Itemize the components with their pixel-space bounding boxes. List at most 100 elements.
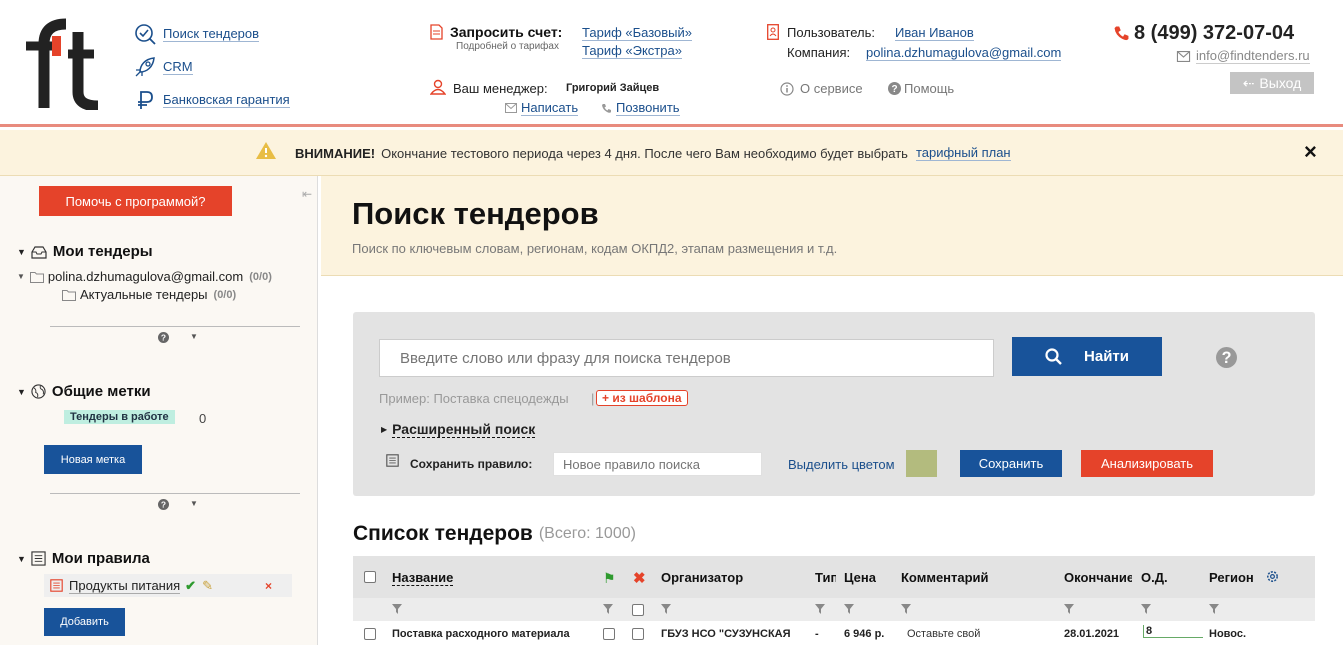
actual-tenders-label[interactable]: Актуальные тендеры <box>80 287 208 302</box>
filter-icon[interactable] <box>901 604 911 614</box>
advanced-search-toggle[interactable]: ▶ Расширенный поиск <box>381 421 536 438</box>
help-link-label[interactable]: Помощь <box>904 81 954 96</box>
write-link-label[interactable]: Написать <box>521 100 579 116</box>
filter-icon[interactable] <box>603 604 613 614</box>
nav-search-tenders[interactable]: Поиск тендеров <box>134 23 260 45</box>
pencil-icon[interactable]: ✎ <box>202 578 213 594</box>
manager-name: Григорий Зайцев <box>566 82 660 94</box>
row-reject-checkbox[interactable] <box>632 628 644 640</box>
template-link[interactable]: + из шаблона <box>596 390 688 406</box>
filter-icon[interactable] <box>661 604 671 614</box>
row-comment[interactable]: Оставьте свой <box>907 628 980 640</box>
question-icon[interactable]: ? <box>158 332 169 343</box>
nav-crm[interactable]: CRM <box>134 56 193 78</box>
tag-in-work[interactable]: Тендеры в работе <box>64 410 175 424</box>
rule-item[interactable]: Продукты питания ✔ ✎ × <box>44 574 292 597</box>
page-subtitle: Поиск по ключевым словам, регионам, кода… <box>352 241 838 256</box>
call-link[interactable]: Позвонить <box>601 100 680 116</box>
flag-icon[interactable]: ⚑ <box>603 570 616 587</box>
collapse-sidebar-icon[interactable]: ⇤ <box>302 187 312 201</box>
search-help-icon[interactable]: ? <box>1216 347 1237 368</box>
logout-button[interactable]: ⇠ Выход <box>1230 72 1314 94</box>
find-button[interactable]: Найти <box>1012 337 1162 376</box>
filter-icon[interactable] <box>392 604 402 614</box>
filter-icon[interactable] <box>815 604 825 614</box>
col-comment[interactable]: Комментарий <box>901 570 989 585</box>
row-favorite-checkbox[interactable] <box>603 628 615 640</box>
globe-icon <box>31 384 46 399</box>
delete-icon[interactable]: × <box>265 579 272 593</box>
rules-header[interactable]: ▼ Мои правила <box>17 550 150 567</box>
about-link[interactable]: О сервисе <box>780 81 863 96</box>
page-title: Поиск тендеров <box>352 196 599 231</box>
user-name-link[interactable]: Иван Иванов <box>895 25 974 41</box>
nav-search-tenders-label[interactable]: Поиск тендеров <box>163 26 260 42</box>
info-icon <box>780 81 794 96</box>
analyze-button[interactable]: Анализировать <box>1081 450 1213 477</box>
email-text[interactable]: info@findtenders.ru <box>1196 48 1310 64</box>
add-rule-button[interactable]: Добавить <box>44 608 125 636</box>
phone-number[interactable]: 8 (499) 372-07-04 <box>1113 22 1294 45</box>
tariff-basic-link[interactable]: Тариф «Базовый» <box>582 25 693 41</box>
account-folder-label[interactable]: polina.dzhumagulova@gmail.com <box>48 269 243 284</box>
col-od[interactable]: О.Д. <box>1141 570 1168 585</box>
filter-icon[interactable] <box>844 604 854 614</box>
filter-icon[interactable] <box>1141 604 1151 614</box>
advanced-search-label[interactable]: Расширенный поиск <box>392 421 536 438</box>
rule-list-icon <box>386 454 399 467</box>
rule-name[interactable]: Продукты питания <box>69 578 181 594</box>
save-button[interactable]: Сохранить <box>960 450 1062 477</box>
filter-icon[interactable] <box>1209 604 1219 614</box>
tariff-plan-link[interactable]: тарифный план <box>915 145 1011 161</box>
about-link-label[interactable]: О сервисе <box>800 81 863 96</box>
question-icon[interactable]: ? <box>158 499 169 510</box>
col-type[interactable]: Тип <box>815 570 836 585</box>
my-tenders-header[interactable]: ▼ Мои тендеры <box>17 243 153 260</box>
tariff-extra-link[interactable]: Тариф «Экстра» <box>582 43 682 59</box>
new-tag-button[interactable]: Новая метка <box>44 445 142 474</box>
logout-label: Выход <box>1259 75 1302 91</box>
reject-icon[interactable]: ✖ <box>633 569 646 587</box>
main-content: Поиск тендеров Поиск по ключевым словам,… <box>321 176 1343 645</box>
trial-warning-bar: ВНИМАНИЕ! Окончание тестового периода че… <box>0 130 1343 176</box>
account-folder[interactable]: ▼ polina.dzhumagulova@gmail.com (0/0) <box>17 269 272 284</box>
email-link[interactable]: info@findtenders.ru <box>1176 48 1310 64</box>
filter-icon[interactable] <box>1064 604 1074 614</box>
caret-down-icon[interactable]: ▼ <box>190 499 198 508</box>
help-program-button[interactable]: Помочь с программой? <box>39 186 232 216</box>
call-link-label[interactable]: Позвонить <box>616 100 680 116</box>
search-input[interactable] <box>379 339 994 377</box>
color-swatch[interactable] <box>906 450 937 477</box>
svg-text:?: ? <box>161 332 166 342</box>
col-region[interactable]: Регион <box>1209 570 1254 585</box>
rule-name-input[interactable] <box>553 452 762 476</box>
nav-bank-guarantee-label[interactable]: Банковская гарантия <box>163 92 290 108</box>
company-value-link[interactable]: polina.dzhumagulova@gmail.com <box>866 45 1062 61</box>
check-icon[interactable]: ✔ <box>185 578 196 594</box>
tariff-details-link[interactable]: Подробней о тарифах <box>456 41 559 52</box>
row-name[interactable]: Поставка расходного материала <box>392 628 592 640</box>
warning-close-icon[interactable]: × <box>1304 141 1317 163</box>
col-organizer[interactable]: Организатор <box>661 570 743 585</box>
help-link[interactable]: ? Помощь <box>888 81 954 96</box>
rule-icon <box>50 579 63 592</box>
highlight-color-link[interactable]: Выделить цветом <box>788 457 895 472</box>
nav-bank-guarantee[interactable]: Банковская гарантия <box>134 89 290 111</box>
tags-header[interactable]: ▼ Общие метки <box>17 383 151 400</box>
write-link[interactable]: Написать <box>505 100 579 116</box>
filter-checkbox[interactable] <box>632 604 644 616</box>
col-name[interactable]: Название <box>392 570 454 586</box>
row-checkbox[interactable] <box>364 628 376 640</box>
actual-tenders-folder[interactable]: Актуальные тендеры (0/0) <box>62 287 236 302</box>
col-price[interactable]: Цена <box>844 570 876 585</box>
table-row[interactable]: Поставка расходного материала ГБУЗ НСО "… <box>353 621 1315 651</box>
findtenders-logo[interactable] <box>22 18 102 110</box>
phone-number-text[interactable]: 8 (499) 372-07-04 <box>1134 22 1294 45</box>
divider <box>50 493 300 494</box>
select-all-checkbox[interactable] <box>364 571 376 583</box>
col-end-date[interactable]: Окончание <box>1064 570 1132 585</box>
nav-crm-label[interactable]: CRM <box>163 59 193 75</box>
header: Поиск тендеров CRM Банковская гарантия З… <box>0 0 1343 127</box>
column-settings-icon[interactable] <box>1265 569 1280 584</box>
caret-down-icon[interactable]: ▼ <box>190 332 198 341</box>
